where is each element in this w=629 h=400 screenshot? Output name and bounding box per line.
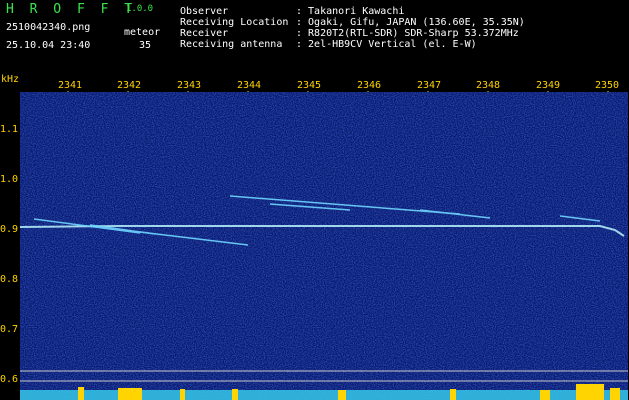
spectrogram-canvas [20,92,628,400]
amplitude-strip [20,390,628,400]
spectrogram [20,92,628,400]
noise-layer [20,92,628,400]
